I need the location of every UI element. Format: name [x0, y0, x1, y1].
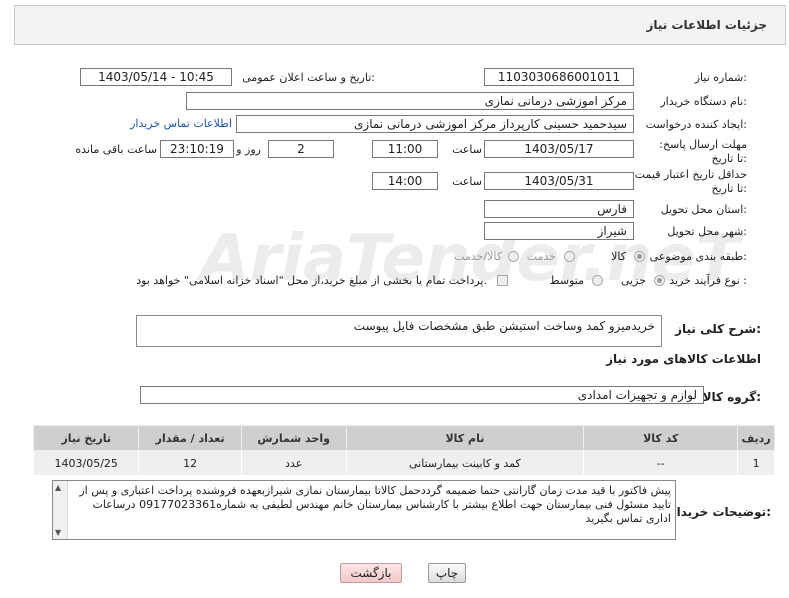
notes-scrollbar[interactable]: ▲ ▼	[53, 481, 68, 539]
need-number-field[interactable]: 1103030686001011	[484, 68, 634, 86]
creator-field[interactable]: سیدحمید حسینی کارپرداز مرکز اموزشی درمان…	[236, 115, 634, 133]
header-unit: واحد شمارش	[240, 425, 347, 451]
goods-group-label: گروه کالا:	[702, 390, 761, 404]
buyer-notes-textarea[interactable]: پیش فاکتور با قید مدت زمان گارانتی حتما …	[52, 480, 676, 540]
province-field[interactable]: فارس	[484, 200, 634, 218]
price-time-label: ساعت	[452, 175, 482, 188]
process-radio-minor[interactable]	[654, 275, 665, 286]
buyer-org-field[interactable]: مرکز اموزشی درمانی نمازی	[186, 92, 634, 110]
goods-info-title: اطلاعات کالاهای مورد نیاز	[606, 352, 761, 366]
reply-date-field[interactable]: 1403/05/17	[484, 140, 634, 158]
scroll-up-icon[interactable]: ▲	[55, 483, 61, 492]
province-label: استان محل تحویل:	[660, 203, 747, 216]
payment-note: پرداخت تمام یا بخشی از مبلغ خرید،از محل …	[136, 274, 487, 287]
price-date-field[interactable]: 1403/05/31	[484, 172, 634, 190]
buyer-org-label: نام دستگاه خریدار:	[660, 95, 747, 108]
header-quantity: تعداد / مقدار	[138, 425, 242, 451]
days-label: روز و	[236, 143, 261, 156]
category-option-goods: کالا	[611, 250, 626, 263]
description-textarea[interactable]: خریدمیزو کمد وساخت استیشن طبق مشخصات فای…	[136, 315, 662, 347]
table-row: 1403/05/25 12 عدد کمد و کابینت بیمارستان…	[32, 450, 775, 476]
back-button[interactable]: بازگشت	[340, 563, 402, 583]
process-label: نوع فرآیند خرید :	[669, 274, 747, 287]
description-label: شرح کلی نیاز:	[675, 322, 761, 336]
goods-group-field[interactable]: لوازم و تجهیزات امدادی	[140, 386, 704, 404]
creator-label: ایجاد کننده درخواست:	[645, 118, 747, 131]
price-time-field[interactable]: 14:00	[372, 172, 438, 190]
header-goods-name: نام کالا	[345, 425, 585, 451]
reply-deadline-label: مهلت ارسال پاسخ: تا تاریخ:	[659, 138, 747, 165]
header-need-date: تاریخ نیاز	[32, 425, 140, 451]
days-field[interactable]: 2	[268, 140, 334, 158]
buyer-notes-label: توضیحات خریدار:	[669, 505, 771, 519]
need-number-label: شماره نیاز:	[694, 71, 747, 84]
process-radio-medium[interactable]	[592, 275, 603, 286]
remaining-time-field[interactable]: 23:10:19	[160, 140, 234, 158]
announce-label: تاریخ و ساعت اعلان عمومی:	[242, 71, 375, 84]
cell-goods-code: --	[583, 450, 739, 476]
category-radio-goods[interactable]	[634, 251, 645, 262]
print-button[interactable]: چاپ	[428, 563, 466, 583]
remaining-label: ساعت باقی مانده	[75, 143, 157, 156]
reply-time-field[interactable]: 11:00	[372, 140, 438, 158]
price-deadline-label: حداقل تاریخ اعتبار قیمت: تا تاریخ:	[631, 168, 747, 195]
description-text: خریدمیزو کمد وساخت استیشن طبق مشخصات فای…	[353, 319, 655, 333]
cell-quantity: 12	[138, 450, 242, 476]
table-header-row: تاریخ نیاز تعداد / مقدار واحد شمارش نام …	[32, 425, 775, 451]
process-option-minor: جزیی	[620, 274, 646, 287]
city-field[interactable]: شیراز	[484, 222, 634, 240]
cell-row-number: 1	[737, 450, 775, 476]
cell-unit: عدد	[240, 450, 347, 476]
buyer-notes-text: پیش فاکتور با قید مدت زمان گارانتی حتما …	[79, 484, 671, 525]
category-radio-goods-service[interactable]	[508, 251, 519, 262]
treasury-checkbox[interactable]	[497, 275, 508, 286]
city-label: شهر محل تحویل:	[667, 225, 747, 238]
process-option-medium: متوسط	[549, 274, 584, 287]
category-option-service: خدمت	[526, 250, 556, 263]
cell-goods-name: کمد و کابینت بیمارستانی	[345, 450, 585, 476]
contact-buyer-link[interactable]: اطلاعات تماس خریدار	[130, 117, 232, 130]
page-title: جزئیات اطلاعات نیاز	[646, 18, 767, 32]
category-option-goods-service: کالا/خدمت	[454, 250, 502, 263]
header-row-number: ردیف	[737, 425, 775, 451]
cell-need-date: 1403/05/25	[32, 450, 140, 476]
category-label: طبقه بندی موضوعی:	[649, 250, 747, 263]
category-radio-service[interactable]	[564, 251, 575, 262]
header-goods-code: کد کالا	[583, 425, 739, 451]
reply-time-label: ساعت	[452, 143, 482, 156]
header-panel: جزئیات اطلاعات نیاز	[14, 5, 786, 45]
announce-field[interactable]: 1403/05/14 - 10:45	[80, 68, 232, 86]
items-table: تاریخ نیاز تعداد / مقدار واحد شمارش نام …	[32, 425, 775, 476]
scroll-down-icon[interactable]: ▼	[55, 528, 61, 537]
